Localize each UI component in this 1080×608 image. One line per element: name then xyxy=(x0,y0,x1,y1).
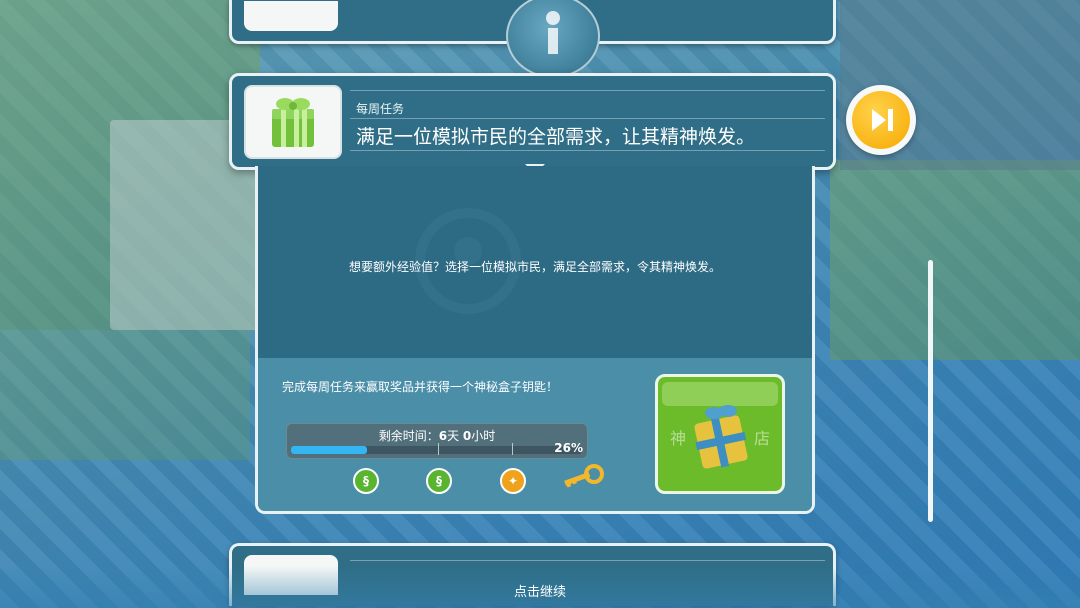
progress-fill xyxy=(291,446,367,454)
scrollbar[interactable] xyxy=(928,260,933,522)
gift-icon xyxy=(244,85,342,159)
key-icon[interactable] xyxy=(558,460,608,494)
lifestyle-points-icon[interactable]: ✦ xyxy=(500,468,526,494)
reward-text: 完成每周任务来赢取奖品并获得一个神秘盒子钥匙！ xyxy=(282,380,559,394)
previous-quest-icon xyxy=(244,1,338,31)
mystery-box-icon xyxy=(694,405,748,469)
progress-bar xyxy=(291,443,582,455)
skip-icon xyxy=(852,91,910,149)
quest-title: 满足一位模拟市民的全部需求，让其精神焕发。 xyxy=(356,126,756,148)
mystery-box-button[interactable]: 神 店 xyxy=(655,374,785,494)
progress-tick xyxy=(512,443,513,455)
header-divider xyxy=(350,118,825,119)
header-divider xyxy=(350,150,825,151)
skip-button[interactable] xyxy=(846,85,916,155)
tap-to-continue[interactable]: 点击继续 xyxy=(0,581,1080,600)
quest-description: 想要额外经验值？选择一位模拟市民，满足全部需求，令其精神焕发。 xyxy=(348,260,721,274)
progress-box: 剩余时间：6天 0小时 26% xyxy=(286,423,588,459)
quest-detail-top: 想要额外经验值？选择一位模拟市民，满足全部需求，令其精神焕发。 xyxy=(258,166,812,358)
time-remaining: 剩余时间：6天 0小时 xyxy=(378,429,496,443)
progress-tick xyxy=(438,443,439,455)
next-quest-divider xyxy=(350,560,825,561)
progress-percent: 26% xyxy=(554,441,583,455)
header-divider xyxy=(350,90,825,91)
simoleon-icon[interactable]: § xyxy=(426,468,452,494)
simoleon-icon[interactable]: § xyxy=(353,468,379,494)
reward-section: 完成每周任务来赢取奖品并获得一个神秘盒子钥匙！ 剩余时间：6天 0小时 26% … xyxy=(258,358,812,511)
tutorial-badge-icon xyxy=(506,0,600,78)
quest-header-card: 每周任务 满足一位模拟市民的全部需求，让其精神焕发。 xyxy=(229,73,836,174)
quest-detail-panel: 想要额外经验值？选择一位模拟市民，满足全部需求，令其精神焕发。 完成每周任务来赢… xyxy=(255,166,815,514)
quest-subtitle: 每周任务 xyxy=(356,102,405,116)
